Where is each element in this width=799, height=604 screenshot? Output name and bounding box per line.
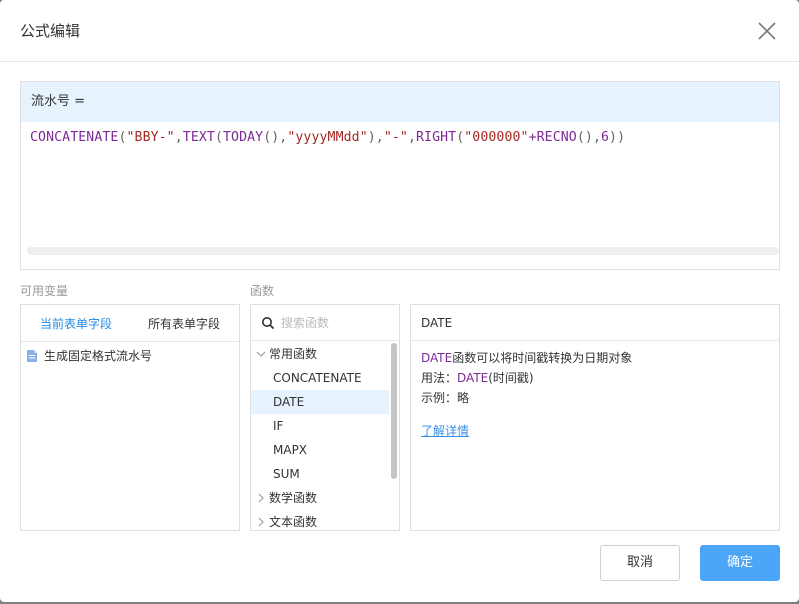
chevron-right-icon [258,517,264,527]
search-icon [262,317,275,330]
function-item-label: MAPX [273,443,308,457]
function-item-sum[interactable]: SUM [251,462,389,486]
function-detail-body: DATE函数可以将时间戳转换为日期对象 用法：DATE(时间戳) 示例：略 了解… [421,348,632,441]
formula-editor[interactable]: 流水号 = CONCATENATE("BBY-",TEXT(TODAY(),"y… [20,81,780,270]
variables-panel: 当前表单字段 所有表单字段 生成固定格式流水号 [20,304,240,531]
close-button[interactable] [754,18,780,44]
function-item-label: SUM [273,467,300,481]
close-icon [758,22,776,40]
variables-section-label: 可用变量 [20,284,69,298]
vertical-scrollbar[interactable] [391,343,397,479]
function-item-mapx[interactable]: MAPX [251,438,389,462]
variables-tabs: 当前表单字段 所有表单字段 [21,305,239,342]
ok-button[interactable]: 确定 [700,545,780,581]
function-group-label: 文本函数 [269,515,318,529]
chevron-right-icon [258,493,264,503]
function-group-text[interactable]: 文本函数 [251,510,389,530]
function-example: 示例：略 [421,391,470,405]
formula-field-label: 流水号 = [21,82,779,122]
function-item-date[interactable]: DATE [251,390,389,414]
function-item-if[interactable]: IF [251,414,389,438]
function-group-label: 数学函数 [269,491,318,505]
learn-more-link[interactable]: 了解详情 [421,421,469,441]
function-detail-title: DATE [411,305,779,341]
cancel-button[interactable]: 取消 [600,545,680,581]
document-icon [27,349,37,362]
function-usage: 用法：DATE(时间戳) [421,371,534,385]
function-detail-panel: DATE DATE函数可以将时间戳转换为日期对象 用法：DATE(时间戳) 示例… [410,304,780,531]
horizontal-scrollbar[interactable] [27,247,779,255]
function-search-input[interactable] [281,313,386,333]
functions-panel: 常用函数 CONCATENATE DATE IF MAPX SUM 数学函数 [250,304,400,531]
functions-section-label: 函数 [250,284,275,298]
function-description: DATE函数可以将时间戳转换为日期对象 [421,351,633,365]
function-item-label: IF [273,419,284,433]
function-item-concatenate[interactable]: CONCATENATE [251,366,389,390]
function-search [251,305,399,341]
function-group-math[interactable]: 数学函数 [251,486,389,510]
variable-item[interactable]: 生成固定格式流水号 [27,347,152,364]
tab-all-form-fields[interactable]: 所有表单字段 [148,316,220,332]
variable-item-label: 生成固定格式流水号 [44,349,153,363]
dialog-title: 公式编辑 [20,22,81,40]
function-item-label: DATE [273,395,305,409]
tab-current-form-fields[interactable]: 当前表单字段 [40,316,112,332]
function-group-common[interactable]: 常用函数 [251,342,389,366]
chevron-down-icon [256,351,266,357]
formula-code[interactable]: CONCATENATE("BBY-",TEXT(TODAY(),"yyyyMMd… [30,130,625,145]
function-item-label: CONCATENATE [273,371,362,385]
title-divider [0,61,799,62]
formula-editor-dialog: 公式编辑 流水号 = CONCATENATE("BBY-",TEXT(TODAY… [0,0,799,602]
function-group-label: 常用函数 [269,347,318,361]
